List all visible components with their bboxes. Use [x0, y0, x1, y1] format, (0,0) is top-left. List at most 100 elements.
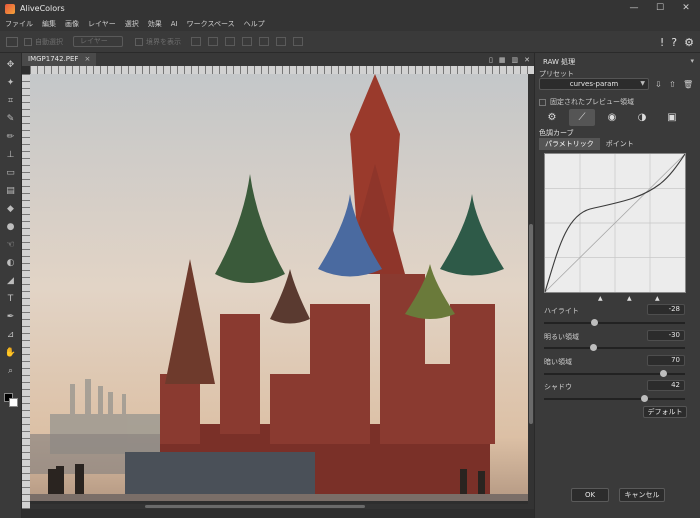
menu-select[interactable]: 選択	[125, 19, 139, 29]
app-window: AliveColors — ☐ ✕ ファイル 編集 画像 レイヤー 選択 効果 …	[0, 0, 700, 518]
minimize-button[interactable]: —	[622, 0, 646, 17]
align-right-icon[interactable]	[225, 37, 235, 46]
text-tool-icon[interactable]: T	[4, 293, 17, 306]
split-view-icon[interactable]: ▥	[512, 56, 519, 64]
photo-canvas[interactable]	[30, 74, 528, 501]
document-area: IMGP1742.PEF × ▯ ▦ ▥ ✕	[22, 53, 534, 518]
close-tab-icon[interactable]: ×	[84, 53, 90, 66]
shape-icon[interactable]: ◢	[4, 275, 17, 288]
blur-icon[interactable]: ●	[4, 221, 17, 234]
document-tab[interactable]: IMGP1742.PEF ×	[22, 53, 97, 66]
tile-view-icon[interactable]: ▦	[499, 56, 506, 64]
curve-graph[interactable]	[544, 153, 686, 293]
slider-knob-shadows[interactable]	[640, 395, 648, 402]
slider-knob-darks[interactable]	[660, 370, 668, 377]
preset-dropdown[interactable]: curves-param ▼	[539, 78, 649, 90]
eyedropper-icon[interactable]: ✎	[4, 113, 17, 126]
tab-settings[interactable]: ⚙	[539, 109, 565, 126]
split-marker-2-icon[interactable]: ▲	[627, 295, 632, 302]
alert-icon[interactable]: !	[660, 36, 664, 49]
fill-icon[interactable]: ◆	[4, 203, 17, 216]
close-doc-icon[interactable]: ✕	[524, 56, 530, 64]
app-logo-icon	[5, 3, 15, 14]
pin-preview-checkbox[interactable]	[539, 98, 546, 106]
maximize-button[interactable]: ☐	[648, 0, 672, 17]
menu-workspace[interactable]: ワークスペース	[187, 19, 235, 29]
distribute-icon[interactable]	[293, 37, 303, 46]
crop-icon[interactable]: ⌗	[4, 95, 17, 108]
align-center-icon[interactable]	[208, 37, 218, 46]
default-button[interactable]: デフォルト	[643, 406, 687, 418]
ok-button[interactable]: OK	[571, 488, 609, 502]
raw-processing-panel: RAW 処理 ▾ プリセット curves-param ▼ ⇩ ⇧ 🗑 固定され…	[534, 53, 700, 518]
align-middle-icon[interactable]	[259, 37, 269, 46]
hand-icon[interactable]: ✋	[4, 347, 17, 360]
subtab-parametric[interactable]: パラメトリック	[539, 138, 600, 150]
eraser-icon[interactable]: ▭	[4, 167, 17, 180]
slider-value-darks[interactable]: 70	[647, 355, 685, 366]
slider-value-shadows[interactable]: 42	[647, 380, 685, 391]
align-top-icon[interactable]	[242, 37, 252, 46]
gradient-icon[interactable]: ▤	[4, 185, 17, 198]
brush-icon[interactable]: ✏	[4, 131, 17, 144]
tab-curves[interactable]: ⟋	[569, 109, 595, 126]
preset-value: curves-param	[569, 80, 619, 88]
zoom-icon[interactable]: ⌕	[4, 365, 17, 378]
import-preset-icon[interactable]: ⇩	[655, 80, 662, 89]
pin-preview-label: 固定されたプレビュー領域	[550, 98, 634, 106]
background-color-swatch[interactable]	[9, 398, 18, 407]
slider-value-lights[interactable]: -30	[647, 330, 685, 341]
tab-preview[interactable]: ◉	[599, 109, 625, 126]
vertical-ruler	[22, 74, 30, 509]
menu-file[interactable]: ファイル	[5, 19, 33, 29]
close-window-button[interactable]: ✕	[674, 0, 698, 17]
pin-preview-option[interactable]: 固定されたプレビュー領域	[539, 97, 634, 107]
subtab-point[interactable]: ポイント	[600, 138, 640, 150]
menu-image[interactable]: 画像	[65, 19, 79, 29]
export-preset-icon[interactable]: ⇧	[669, 80, 676, 89]
align-bottom-icon[interactable]	[276, 37, 286, 46]
layer-select-dropdown[interactable]: レイヤー	[73, 36, 123, 47]
cathedral-photo	[30, 74, 528, 501]
horizontal-scrollbar[interactable]	[30, 504, 528, 509]
cancel-button[interactable]: キャンセル	[619, 488, 665, 502]
move-tool-icon[interactable]: ✥	[4, 59, 17, 72]
menu-bar: ファイル 編集 画像 レイヤー 選択 効果 AI ワークスペース ヘルプ	[0, 17, 700, 31]
menu-edit[interactable]: 編集	[42, 19, 56, 29]
menu-ai[interactable]: AI	[171, 20, 178, 28]
smudge-icon[interactable]: ☜	[4, 239, 17, 252]
horizontal-scroll-thumb[interactable]	[145, 505, 365, 508]
show-handles-checkbox[interactable]	[135, 37, 143, 46]
slider-label-darks: 暗い領域	[544, 358, 572, 366]
magic-wand-icon[interactable]: ✦	[4, 77, 17, 90]
tools-panel: ✥ ✦ ⌗ ✎ ✏ ⊥ ▭ ▤ ◆ ● ☜ ◐ ◢ T ✒ ⊿ ✋ ⌕	[0, 53, 22, 518]
split-marker-3-icon[interactable]: ▲	[655, 295, 660, 302]
pen-icon[interactable]: ✒	[4, 311, 17, 324]
app-title: AliveColors	[20, 4, 65, 13]
measure-icon[interactable]: ⊿	[4, 329, 17, 342]
slider-knob-highlights[interactable]	[591, 319, 599, 326]
auto-select-checkbox[interactable]	[24, 37, 32, 46]
delete-preset-icon[interactable]: 🗑	[683, 80, 693, 89]
document-controls: ▯ ▦ ▥ ✕	[483, 53, 530, 66]
panel-collapse-icon[interactable]: ▾	[690, 57, 694, 65]
align-left-icon[interactable]	[191, 37, 201, 46]
split-marker-1-icon[interactable]: ▲	[598, 295, 603, 302]
tab-toggle[interactable]: ◑	[629, 109, 655, 126]
settings-icon[interactable]: ⚙	[684, 36, 694, 49]
menu-layer[interactable]: レイヤー	[88, 19, 116, 29]
help-icon[interactable]: ?	[671, 36, 677, 49]
new-doc-icon[interactable]: ▯	[489, 56, 493, 64]
slider-track-lights[interactable]	[544, 347, 685, 349]
auto-select-label: 自動選択	[35, 37, 63, 46]
slider-value-highlights[interactable]: -28	[647, 304, 685, 315]
stamp-icon[interactable]: ⊥	[4, 149, 17, 162]
vertical-scroll-thumb[interactable]	[529, 224, 533, 424]
dodge-icon[interactable]: ◐	[4, 257, 17, 270]
menu-help[interactable]: ヘルプ	[244, 19, 265, 29]
menu-effects[interactable]: 効果	[148, 19, 162, 29]
slider-track-shadows[interactable]	[544, 398, 685, 400]
slider-knob-lights[interactable]	[589, 344, 597, 351]
slider-track-highlights[interactable]	[544, 322, 685, 324]
tab-camera[interactable]: ▣	[659, 109, 685, 126]
